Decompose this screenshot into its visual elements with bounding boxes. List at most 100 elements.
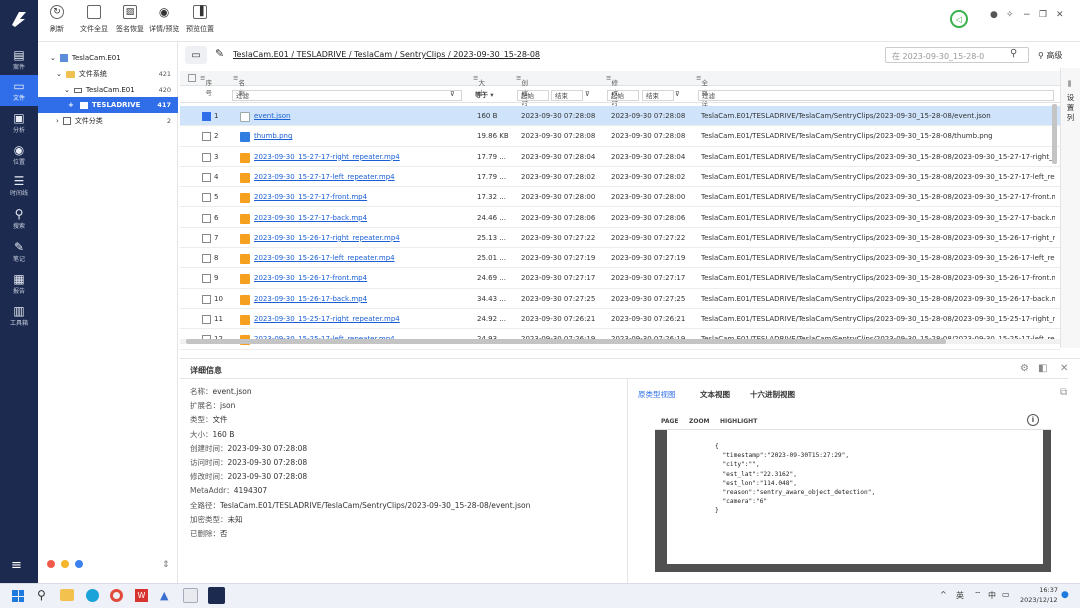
battery-icon[interactable]: ▭: [1002, 590, 1010, 599]
row-checkbox[interactable]: [202, 213, 211, 223]
tab-hex-view[interactable]: 十六进制视图: [750, 389, 795, 400]
file-name-link[interactable]: 2023-09-30_15-27-17-front.mp4: [254, 193, 464, 201]
file-name-link[interactable]: thumb.png: [254, 132, 464, 140]
filter-icon[interactable]: ⊽: [675, 90, 680, 98]
file-name-link[interactable]: 2023-09-30_15-25-17-right_repeater.mp4: [254, 315, 464, 323]
column-settings-panel[interactable]: ⫼ 设置列: [1060, 68, 1080, 348]
tree-node-filesystem[interactable]: ⌄ 文件系统 421: [38, 66, 178, 82]
file-explorer-icon[interactable]: [60, 589, 74, 601]
row-checkbox[interactable]: [202, 193, 211, 203]
clock-date[interactable]: 2023/12/12: [1020, 596, 1057, 604]
rail-item-case[interactable]: ▤ 案件: [0, 44, 38, 75]
rail-item-files[interactable]: ▭ 文件: [0, 75, 38, 106]
rail-item-toolbox[interactable]: ▥ 工具箱: [0, 300, 38, 331]
edit-path-icon[interactable]: ✎: [215, 47, 224, 60]
row-checkbox[interactable]: [202, 112, 211, 121]
close-icon[interactable]: ✕: [1056, 10, 1064, 20]
row-checkbox[interactable]: [202, 274, 211, 284]
column-created[interactable]: ≡ 创建时间: [516, 74, 528, 117]
page-tool[interactable]: PAGE: [661, 418, 679, 425]
panel-layout-icon[interactable]: ◧: [1038, 363, 1047, 374]
row-checkbox[interactable]: [202, 254, 211, 264]
tab-native-view[interactable]: 原类型视图: [638, 389, 676, 400]
row-checkbox[interactable]: [202, 152, 211, 162]
menu-icon[interactable]: ≡: [11, 558, 22, 573]
table-row[interactable]: 2 thumb.png 19.86 KB 2023-09-30 07:28:08 202…: [180, 126, 1060, 147]
red-dot-icon[interactable]: [47, 560, 55, 568]
viewer-scrollbar[interactable]: [1043, 430, 1051, 564]
rail-item-timeline[interactable]: ☰ 时间线: [0, 170, 38, 201]
info-icon[interactable]: i: [1027, 414, 1039, 426]
external-open-icon[interactable]: ⧉: [1060, 387, 1067, 398]
zoom-tool[interactable]: ZOOM: [689, 418, 710, 425]
highlight-tool[interactable]: HIGHLIGHT: [720, 418, 757, 425]
filter-icon[interactable]: ⊽: [585, 90, 590, 98]
pin-icon[interactable]: ✧: [1006, 10, 1014, 20]
rail-item-location[interactable]: ◉ 位置: [0, 139, 38, 170]
column-name[interactable]: ≡ 名称: [233, 74, 245, 97]
tree-node-image[interactable]: ⌄ TeslaCam.E01: [38, 50, 178, 66]
gear-icon[interactable]: ⚙: [1020, 363, 1029, 374]
table-row[interactable]: 7 2023-09-30_15-26-17-right_repeater.mp4 2…: [180, 228, 1060, 249]
search-input[interactable]: 在 2023-09-30_15-28-0: [885, 47, 1029, 63]
file-name-link[interactable]: 2023-09-30_15-27-17-right_repeater.mp4: [254, 153, 464, 161]
row-checkbox[interactable]: [202, 172, 211, 182]
path-filter-input[interactable]: 过滤: [698, 90, 1054, 101]
preview-position-button[interactable]: ▐ 预览位置: [186, 5, 214, 37]
notification-icon[interactable]: ●: [1061, 590, 1069, 600]
app-icon[interactable]: [183, 588, 198, 603]
modified-end-input[interactable]: 结束: [642, 90, 674, 101]
blue-dot-icon[interactable]: [75, 560, 83, 568]
table-row[interactable]: 10 2023-09-30_15-26-17-back.mp4 34.43 ... 2…: [180, 289, 1060, 309]
breadcrumb[interactable]: TeslaCam.E01 / TESLADRIVE / TeslaCam / S…: [233, 50, 540, 59]
refresh-button[interactable]: ↻ 刷新: [50, 5, 64, 37]
column-index[interactable]: ≡ 序号: [200, 74, 212, 97]
minimize-icon[interactable]: −: [1023, 10, 1031, 20]
tree-node-tesladrive[interactable]: + TESLADRIVE 417: [38, 97, 178, 113]
detail-preview-button[interactable]: ◉ 详情/预览: [149, 5, 179, 37]
table-row[interactable]: 11 2023-09-30_15-25-17-right_repeater.mp4…: [180, 309, 1060, 330]
tab-text-view[interactable]: 文本视图: [700, 389, 730, 400]
name-filter-input[interactable]: 过滤: [232, 90, 462, 101]
chrome-icon[interactable]: [110, 589, 123, 602]
ime-indicator[interactable]: 中: [988, 590, 996, 601]
column-path[interactable]: ≡ 全路径: [696, 74, 708, 107]
windows-start-icon[interactable]: [12, 590, 24, 602]
rail-item-notes[interactable]: ✎ 笔记: [0, 236, 38, 267]
signature-restore-button[interactable]: ▨ 签名恢复: [116, 5, 144, 37]
user-icon[interactable]: ●: [990, 10, 998, 20]
rail-item-search[interactable]: ⚲ 搜索: [0, 203, 38, 234]
table-row[interactable]: 8 2023-09-30_15-26-17-left_repeater.mp4 25…: [180, 248, 1060, 269]
clock-time[interactable]: 16:37: [1038, 586, 1058, 594]
folder-view-icon[interactable]: ▭: [185, 46, 207, 64]
wps-icon[interactable]: W: [135, 589, 148, 602]
file-name-link[interactable]: 2023-09-30_15-27-17-left_repeater.mp4: [254, 173, 464, 181]
search-icon[interactable]: ⚲: [1010, 48, 1017, 59]
table-row[interactable]: 5 2023-09-30_15-27-17-front.mp4 17.32 ... 2…: [180, 187, 1060, 208]
file-name-link[interactable]: 2023-09-30_15-27-17-back.mp4: [254, 214, 464, 222]
file-name-link[interactable]: 2023-09-30_15-26-17-left_repeater.mp4: [254, 254, 464, 262]
tree-node-categories[interactable]: › 文件分类 2: [38, 113, 178, 129]
row-checkbox[interactable]: [202, 132, 211, 142]
file-name-link[interactable]: 2023-09-30_15-26-17-front.mp4: [254, 274, 464, 282]
close-panel-icon[interactable]: ✕: [1060, 363, 1068, 374]
table-row[interactable]: 3 2023-09-30_15-27-17-right_repeater.mp4 1…: [180, 147, 1060, 167]
edge-icon[interactable]: [86, 589, 99, 602]
row-checkbox[interactable]: [202, 294, 211, 304]
filter-icon[interactable]: ⊽: [450, 90, 455, 98]
select-all-checkbox[interactable]: [188, 74, 196, 82]
taskbar-search-icon[interactable]: ⚲: [37, 588, 46, 602]
advanced-search-button[interactable]: ⚲ 高级: [1038, 50, 1062, 61]
file-name-link[interactable]: 2023-09-30_15-26-17-right_repeater.mp4: [254, 234, 464, 242]
size-filter-select[interactable]: 等于 ▾: [472, 90, 512, 101]
yellow-dot-icon[interactable]: [61, 560, 69, 568]
table-row[interactable]: 9 2023-09-30_15-26-17-front.mp4 24.69 ... 2…: [180, 268, 1060, 289]
vertical-scrollbar[interactable]: [1052, 104, 1057, 164]
column-size[interactable]: ≡ 大小: [473, 74, 485, 97]
tray-chevron-icon[interactable]: ^: [940, 590, 947, 599]
column-modified[interactable]: ≡ 修改时间: [606, 74, 618, 117]
horizontal-scrollbar[interactable]: [180, 339, 1060, 344]
row-checkbox[interactable]: [202, 233, 211, 243]
rail-item-analysis[interactable]: ▣ 分析: [0, 107, 38, 138]
photos-icon[interactable]: ▲: [160, 589, 168, 602]
